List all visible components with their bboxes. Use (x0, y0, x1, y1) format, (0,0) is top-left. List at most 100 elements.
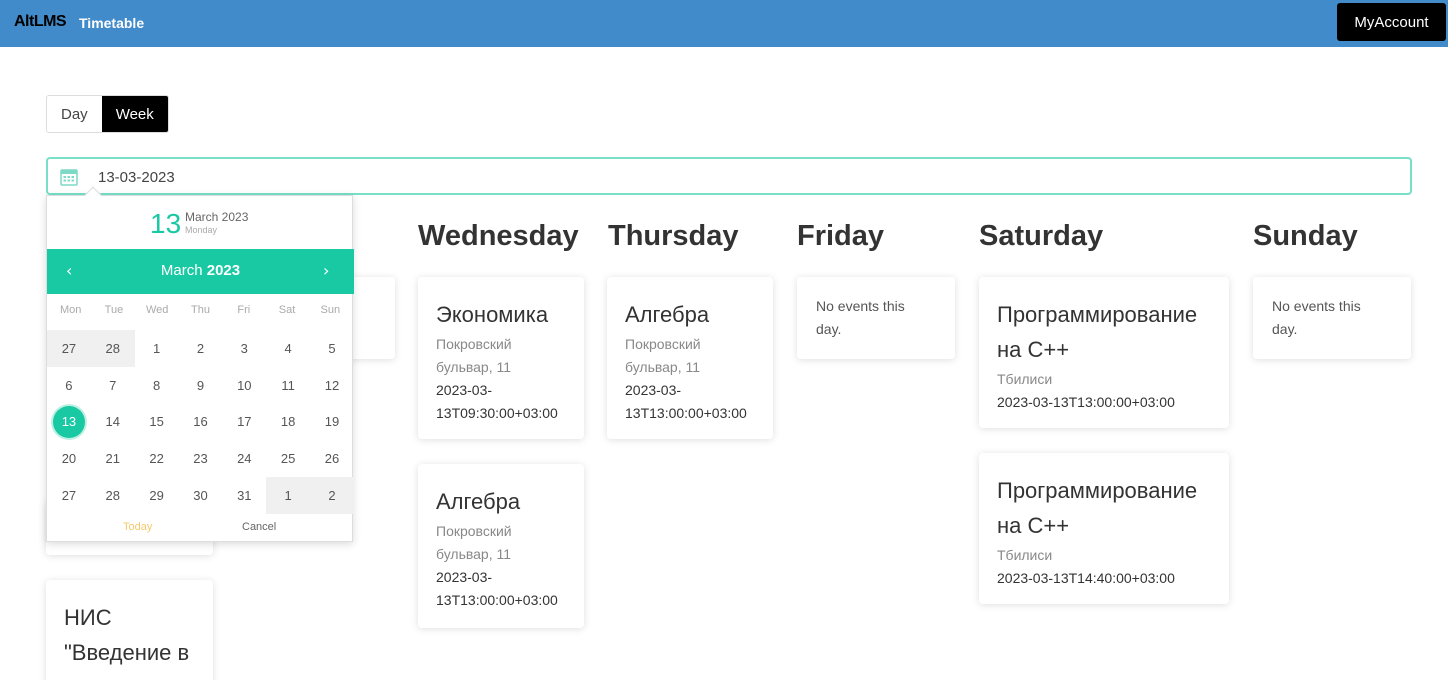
day-cell[interactable]: 22 (135, 440, 179, 477)
datepicker-popup: 13 March 2023 Monday ‹ March 2023 › Mon … (46, 186, 354, 542)
event-location: Тбилиси (997, 371, 1053, 387)
day-cell[interactable]: 2 (310, 477, 354, 514)
day-cell[interactable]: 19 (310, 404, 354, 441)
day-cell[interactable]: 14 (91, 404, 135, 441)
weekday-label: Thu (191, 304, 210, 316)
event-time: 2023-03- (436, 382, 493, 398)
day-cell[interactable]: 5 (310, 330, 354, 367)
datepicker-footer: Today Cancel (47, 521, 354, 539)
event-location: бульвар, 11 (625, 359, 701, 375)
day-cell[interactable]: 8 (135, 367, 179, 404)
day-cell[interactable]: 15 (135, 404, 179, 441)
day-cell[interactable]: 29 (135, 477, 179, 514)
day-cell[interactable]: 11 (266, 367, 310, 404)
weekday-row: Mon Tue Wed Thu Fri Sat Sun (49, 304, 352, 316)
calendar-icon (60, 169, 78, 186)
day-cell[interactable]: 20 (47, 440, 91, 477)
event-card[interactable]: Программирование на C++ Тбилиси 2023-03-… (979, 453, 1229, 604)
day-cell[interactable]: 4 (266, 330, 310, 367)
my-account-button[interactable]: MyAccount (1337, 3, 1446, 41)
weekday-label: Mon (59, 304, 82, 316)
day-cell[interactable]: 6 (47, 367, 91, 404)
no-events-text: No events this (816, 298, 905, 314)
no-events-text: No events this (1272, 298, 1361, 314)
event-title: Алгебра (436, 489, 521, 514)
week-row: 27 28 1 2 3 4 5 (47, 330, 354, 367)
event-card-monday[interactable]: НИС "Введение в (46, 580, 213, 680)
day-cell[interactable]: 24 (222, 440, 266, 477)
event-time: 2023-03- (625, 382, 682, 398)
event-title: Экономика (436, 302, 549, 327)
today-button[interactable]: Today (123, 521, 152, 533)
event-time: 13T13:00:00+03:00 (625, 405, 747, 421)
day-cell[interactable]: 16 (179, 404, 223, 441)
day-cell[interactable]: 12 (310, 367, 354, 404)
day-cell[interactable]: 27 (47, 330, 91, 367)
event-location: бульвар, 11 (436, 359, 512, 375)
brand-logo[interactable]: AltLMS (14, 13, 67, 31)
day-cell[interactable]: 7 (91, 367, 135, 404)
event-card[interactable]: Программирование на C++ Тбилиси 2023-03-… (979, 277, 1229, 428)
no-events-card: No events this day. (1253, 277, 1411, 359)
day-cell[interactable]: 1 (266, 477, 311, 514)
selected-day-label: 13 (52, 405, 85, 438)
event-time: 2023-03-13T14:40:00+03:00 (997, 570, 1175, 586)
day-cell[interactable]: 30 (179, 477, 223, 514)
event-card[interactable]: Алгебра Покровский бульвар, 11 2023-03- … (418, 464, 584, 628)
weekday-label: Sun (320, 304, 341, 316)
week-row: 13 14 15 16 17 18 19 (47, 404, 354, 441)
day-header-saturday: Saturday (979, 220, 1104, 252)
top-navbar: AltLMS Timetable MyAccount (0, 0, 1448, 47)
day-cell-selected[interactable]: 13 (47, 404, 91, 441)
day-cell[interactable]: 1 (135, 330, 179, 367)
event-time: 13T13:00:00+03:00 (436, 592, 558, 608)
weekday-label: Sat (278, 304, 296, 316)
event-card[interactable]: Алгебра Покровский бульвар, 11 2023-03- … (607, 277, 773, 439)
weekday-label: Tue (104, 304, 124, 316)
event-title: Программирование (997, 302, 1198, 327)
day-header-thursday: Thursday (608, 220, 739, 252)
day-cell[interactable]: 28 (90, 330, 135, 367)
event-title: на C++ (997, 337, 1070, 362)
datepicker-header: ‹ March 2023 › (47, 249, 354, 294)
event-title: "Введение в (64, 640, 190, 665)
day-header-wednesday: Wednesday (418, 220, 579, 252)
day-cell[interactable]: 9 (179, 367, 223, 404)
day-cell[interactable]: 27 (47, 477, 91, 514)
day-cell[interactable]: 26 (310, 440, 354, 477)
cancel-button[interactable]: Cancel (242, 521, 276, 533)
selected-weekday: Monday (185, 225, 218, 235)
event-title: Алгебра (625, 302, 710, 327)
day-cell[interactable]: 21 (91, 440, 135, 477)
selected-month: March 2023 (185, 210, 249, 224)
event-title: НИС (64, 605, 112, 630)
day-header-sunday: Sunday (1253, 220, 1358, 252)
day-cell[interactable]: 3 (222, 330, 266, 367)
day-cell[interactable]: 10 (222, 367, 266, 404)
day-cell[interactable]: 25 (266, 440, 310, 477)
header-year: 2023 (206, 262, 241, 279)
datepicker-month-title[interactable]: March 2023 (47, 262, 354, 279)
day-grid: 27 28 1 2 3 4 5 6 7 8 9 10 11 12 13 14 1… (47, 330, 354, 514)
week-view-button[interactable]: Week (101, 96, 168, 132)
day-cell[interactable]: 18 (266, 404, 310, 441)
next-month-button[interactable]: › (323, 261, 329, 280)
date-input[interactable]: 13-03-2023 (46, 157, 1412, 195)
day-cell[interactable]: 2 (179, 330, 223, 367)
header-month: March (160, 262, 203, 279)
day-cell[interactable]: 23 (179, 440, 223, 477)
brand-title[interactable]: Timetable (79, 15, 144, 31)
event-time: 2023-03- (436, 569, 493, 585)
event-time: 2023-03-13T13:00:00+03:00 (997, 394, 1175, 410)
day-view-button[interactable]: Day (47, 96, 102, 132)
day-cell[interactable]: 31 (222, 477, 266, 514)
view-toggle: Day Week (46, 95, 169, 133)
week-row: 27 28 29 30 31 1 2 (47, 477, 354, 514)
day-cell[interactable]: 17 (222, 404, 266, 441)
day-cell[interactable]: 28 (91, 477, 135, 514)
event-card[interactable]: Экономика Покровский бульвар, 11 2023-03… (418, 277, 584, 439)
event-location: бульвар, 11 (436, 546, 512, 562)
day-header-friday: Friday (797, 220, 885, 252)
no-events-text: day. (816, 321, 842, 337)
event-location: Покровский (436, 523, 512, 539)
